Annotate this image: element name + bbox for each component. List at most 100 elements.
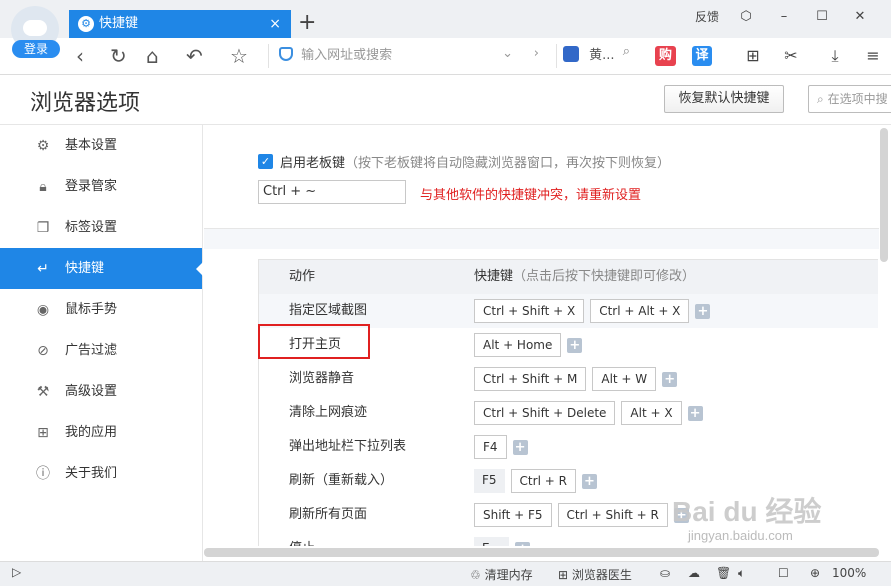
sidebar-item-apps[interactable]: ⊞ 我的应用 bbox=[0, 412, 202, 453]
forward-icon[interactable]: › bbox=[534, 46, 539, 61]
baidu-paw-icon bbox=[563, 46, 579, 62]
star-icon[interactable]: ☆ bbox=[230, 43, 248, 69]
shortcut-key[interactable]: Alt + Home bbox=[474, 333, 562, 357]
mouse-icon: ◉ bbox=[36, 302, 50, 318]
boss-key-option[interactable]: ✓ 启用老板键 （按下老板键将自动隐藏浏览器窗口，再次按下则恢复） bbox=[258, 152, 670, 171]
sidebar-item-login[interactable]: 🔒︎ 登录管家 bbox=[0, 166, 202, 207]
shortcut-key[interactable]: Ctrl + Shift + X bbox=[474, 299, 585, 323]
search-box[interactable]: 黄... ⌕ bbox=[556, 44, 636, 68]
conflict-warning: 与其他软件的快捷键冲突，请重新设置 bbox=[420, 188, 642, 203]
home-icon[interactable]: ⌂ bbox=[146, 43, 159, 69]
sidebar-item-mouse[interactable]: ◉ 鼠标手势 bbox=[0, 289, 202, 330]
shortcut-key[interactable]: Shift + F5 bbox=[474, 503, 552, 527]
sidebar-toggle-icon[interactable]: ▷ bbox=[12, 565, 21, 579]
search-engine-text: 黄... bbox=[589, 48, 615, 63]
download-icon[interactable]: ⤓ bbox=[824, 46, 846, 66]
apps-grid-icon[interactable]: ⊞ bbox=[742, 46, 764, 66]
login-button[interactable]: 登录 bbox=[12, 40, 60, 58]
shortcut-key[interactable]: Ctrl + Shift + R bbox=[557, 503, 668, 527]
shortcut-key[interactable]: F5 bbox=[474, 469, 505, 493]
shopping-extension-icon[interactable]: 购 bbox=[655, 46, 676, 66]
tab-shortcuts[interactable]: ⚙ 快捷键 × bbox=[69, 10, 291, 38]
add-shortcut-icon[interactable]: + bbox=[695, 303, 711, 319]
sidebar-item-shortcuts[interactable]: ↵ 快捷键 bbox=[0, 248, 203, 289]
sidebar-item-label: 鼠标手势 bbox=[65, 302, 118, 317]
boss-key-checkbox[interactable]: ✓ bbox=[258, 154, 273, 169]
horizontal-scrollbar[interactable] bbox=[204, 548, 879, 557]
sidebar-item-basic[interactable]: ⚙ 基本设置 bbox=[0, 125, 202, 166]
refresh-icon[interactable]: ↻ bbox=[110, 43, 127, 69]
sidebar-item-label: 关于我们 bbox=[65, 466, 118, 481]
add-shortcut-icon[interactable]: + bbox=[581, 473, 597, 489]
sidebar-item-label: 广告过滤 bbox=[65, 343, 118, 358]
search-icon[interactable]: ⌕ bbox=[623, 44, 630, 59]
add-shortcut-icon[interactable]: + bbox=[515, 541, 531, 546]
minimize-button[interactable]: – bbox=[765, 9, 803, 24]
table-header: 动作 快捷键（点击后按下快捷键即可修改） bbox=[259, 260, 878, 294]
shortcut-key[interactable]: Ctrl + R bbox=[510, 469, 576, 493]
options-search-input[interactable]: ⌕ 在选项中搜 bbox=[808, 85, 891, 113]
sidebar-item-label: 快捷键 bbox=[65, 261, 105, 276]
restore-defaults-button[interactable]: 恢复默认快捷键 bbox=[664, 85, 784, 113]
cloud-icon[interactable]: ☁ bbox=[688, 566, 700, 580]
boss-key-input[interactable]: Ctrl + ~ bbox=[258, 180, 406, 204]
download-status-icon[interactable]: ⛀ bbox=[660, 566, 670, 580]
window-icon[interactable]: ☐ bbox=[778, 566, 789, 580]
url-placeholder: 输入网址或搜索 bbox=[301, 48, 393, 63]
shortcut-key[interactable]: Alt + W bbox=[592, 367, 657, 391]
add-shortcut-icon[interactable]: + bbox=[662, 371, 678, 387]
feedback-link[interactable]: 反馈 bbox=[687, 8, 727, 25]
url-field[interactable]: 输入网址或搜索 ⌄ › bbox=[268, 44, 551, 68]
sidebar-item-about[interactable]: ⓘ 关于我们 bbox=[0, 453, 202, 494]
column-action: 动作 bbox=[289, 269, 316, 284]
shortcut-icon: ↵ bbox=[37, 261, 49, 277]
chevron-down-icon[interactable]: ⌄ bbox=[502, 46, 513, 61]
avatar[interactable]: 登录 bbox=[10, 6, 60, 58]
volume-icon[interactable]: 🔈︎ bbox=[738, 566, 745, 581]
action-label: 刷新（重新载入） bbox=[289, 473, 394, 488]
block-icon: ⊘ bbox=[37, 343, 49, 359]
sidebar-item-adblock[interactable]: ⊘ 广告过滤 bbox=[0, 330, 202, 371]
shortcut-key[interactable]: Ctrl + Shift + Delete bbox=[474, 401, 616, 425]
close-window-button[interactable]: ✕ bbox=[841, 9, 879, 24]
shortcut-key[interactable]: F4 bbox=[474, 435, 507, 459]
maximize-button[interactable]: ☐ bbox=[803, 9, 841, 24]
shortcut-key[interactable]: Ctrl + Shift + M bbox=[474, 367, 587, 391]
watermark-url: jingyan.baidu.com bbox=[688, 528, 793, 543]
trash-icon[interactable]: 🗑︎ bbox=[716, 566, 731, 580]
shortcut-key[interactable]: Alt + X bbox=[621, 401, 682, 425]
sidebar-item-tabs[interactable]: ❐ 标签设置 bbox=[0, 207, 202, 248]
add-shortcut-icon[interactable]: + bbox=[567, 337, 583, 353]
new-tab-button[interactable]: + bbox=[298, 12, 316, 34]
sidebar: ⚙ 基本设置 🔒︎ 登录管家 ❐ 标签设置 ↵ 快捷键 ◉ 鼠标手势 ⊘ 广告过… bbox=[0, 125, 203, 561]
clean-memory-button[interactable]: ♲ 清理内存 bbox=[470, 566, 533, 583]
sidebar-item-label: 登录管家 bbox=[65, 179, 118, 194]
watermark: Bai du 经验 jingyan.baidu.com bbox=[672, 490, 821, 543]
sidebar-item-advanced[interactable]: ⚒ 高级设置 bbox=[0, 371, 202, 412]
shortcut-key[interactable]: Ctrl + Alt + X bbox=[590, 299, 690, 323]
status-bar: ▷ ♲ 清理内存 ⊞ 浏览器医生 ⛀ ☁ 🗑︎ 🔈︎ ☐ ⊕ 100% bbox=[0, 561, 891, 586]
undo-icon[interactable]: ↶ bbox=[186, 43, 203, 69]
settings-gear-icon: ⚙ bbox=[78, 16, 94, 32]
add-shortcut-icon[interactable]: + bbox=[512, 439, 528, 455]
back-icon[interactable]: ‹ bbox=[76, 43, 84, 69]
skin-icon[interactable]: ⬡ bbox=[727, 9, 765, 24]
action-label: 刷新所有页面 bbox=[289, 507, 368, 522]
column-shortcut-hint: （点击后按下快捷键即可修改） bbox=[513, 269, 696, 284]
action-label: 弹出地址栏下拉列表 bbox=[289, 439, 407, 454]
translate-extension-icon[interactable]: 译 bbox=[692, 46, 712, 66]
zoom-icon[interactable]: ⊕ bbox=[810, 566, 820, 580]
sidebar-item-label: 基本设置 bbox=[65, 138, 118, 153]
gear-icon: ⚙ bbox=[36, 138, 50, 154]
vertical-scrollbar[interactable] bbox=[880, 128, 888, 262]
action-label: 清除上网痕迹 bbox=[289, 405, 368, 420]
scissors-icon[interactable]: ✂ bbox=[780, 46, 802, 66]
zoom-level[interactable]: 100% bbox=[832, 566, 866, 580]
shortcut-key[interactable]: E... bbox=[474, 537, 510, 546]
browser-doctor-button[interactable]: ⊞ 浏览器医生 bbox=[558, 566, 632, 583]
table-row: 浏览器静音 Ctrl + Shift + M Alt + W + bbox=[259, 362, 878, 396]
add-shortcut-icon[interactable]: + bbox=[687, 405, 703, 421]
info-icon: ⓘ bbox=[36, 466, 50, 482]
tab-close-icon[interactable]: × bbox=[269, 10, 281, 38]
menu-icon[interactable]: ≡ bbox=[862, 46, 884, 66]
